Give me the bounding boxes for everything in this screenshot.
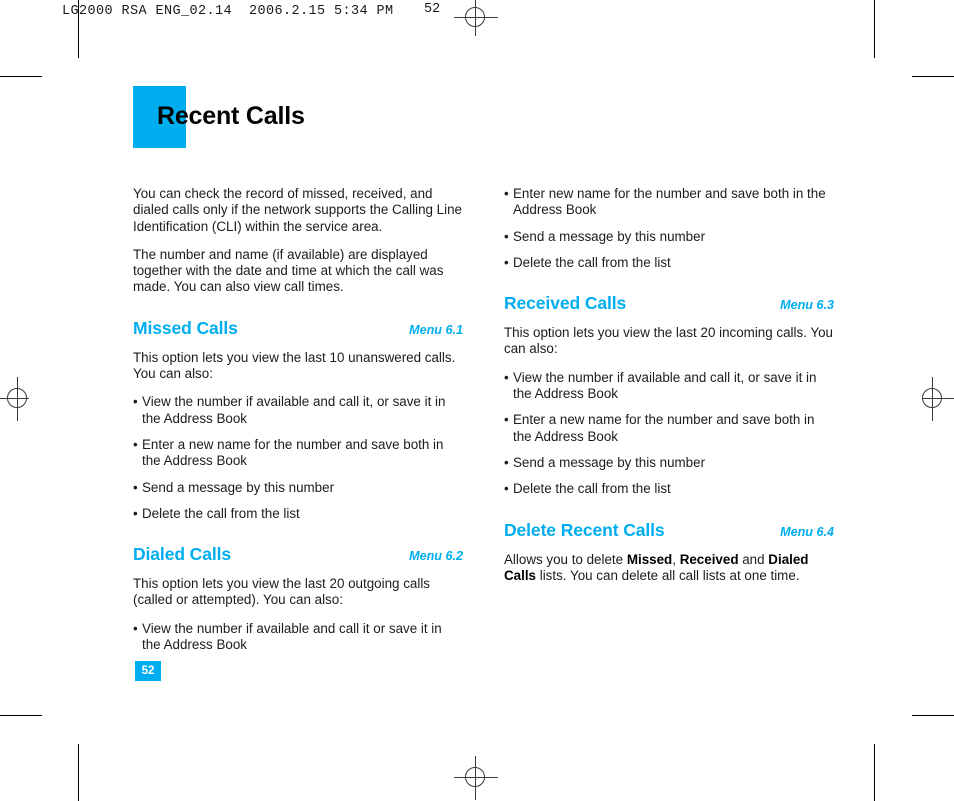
delete-body-bold-missed: Missed [626,551,673,567]
trim-mark-bottom-right-horizontal [912,715,954,716]
intro-paragraph-2: The number and name (if available) are d… [133,246,444,295]
registration-mark-top [454,0,498,40]
section-title: Delete Recent Calls [504,519,665,540]
registration-mark-left [0,377,40,421]
section-title: Received Calls [504,293,627,314]
page-number-badge: 52 [135,661,161,681]
list-item: • Delete the call from the list [504,255,834,271]
bullet-icon: • [504,454,509,470]
list-item-label: Enter a new name for the number and save… [513,412,815,444]
bullet-icon: • [504,186,509,201]
bullet-icon: • [133,479,138,495]
list-item-label: View the number if available and call it… [142,394,446,426]
trim-mark-bottom-right-vertical [874,744,875,801]
section-lead-dialed-calls: This option lets you view the last 20 ou… [133,576,430,608]
bullet-icon: • [504,481,509,497]
delete-body-bold-received: Received [679,551,739,567]
page-title-block: Recent Calls [133,86,553,148]
list-item-label: Send a message by this number [513,228,706,244]
bullet-list-dialed-calls-continued: • Enter new name for the number and save… [504,186,834,271]
bullet-icon: • [504,369,509,385]
bullet-icon: • [133,505,138,521]
section-lead-missed-calls: This option lets you view the last 10 un… [133,349,456,382]
menu-reference: Menu 6.4 [780,524,834,539]
list-item-label: Delete the call from the list [513,481,671,497]
list-item: • Enter a new name for the number and sa… [133,437,463,470]
section-heading-missed-calls: Missed Calls Menu 6.1 [133,318,463,339]
delete-body-mid-2: and [738,551,769,567]
bullet-icon: • [133,620,138,636]
bullet-icon: • [504,228,509,244]
section-heading-dialed-calls: Dialed Calls Menu 6.2 [133,544,463,565]
page-title: Recent Calls [157,102,305,130]
intro-paragraph-1: You can check the record of missed, rece… [133,186,462,234]
bullet-icon: • [133,394,138,410]
list-item-label: Send a message by this number [142,479,335,495]
registration-mark-bottom [454,756,498,800]
list-item: • Enter new name for the number and save… [504,186,834,219]
bullet-list-missed-calls: • View the number if available and call … [133,394,463,522]
list-item-label: Delete the call from the list [142,505,300,521]
section-heading-received-calls: Received Calls Menu 6.3 [504,293,834,314]
delete-body-mid-1: , [672,551,680,567]
bullet-list-received-calls: • View the number if available and call … [504,370,834,498]
prepress-slug-page: 52 [424,2,441,17]
list-item-label: View the number if available and call it… [513,369,817,402]
list-item: • Enter a new name for the number and sa… [504,412,834,445]
delete-body-prefix: Allows you to delete [504,551,627,567]
right-column: • Enter new name for the number and save… [504,186,834,584]
list-item: • Send a message by this number [504,229,834,245]
list-item-label: Delete the call from the list [513,254,671,270]
list-item: • Delete the call from the list [133,506,463,522]
section-title: Dialed Calls [133,544,232,565]
list-item: • Send a message by this number [504,455,834,471]
section-body-delete-recent-calls: Allows you to delete Missed, Received an… [504,552,834,585]
trim-mark-bottom-left-vertical [78,744,79,801]
list-item-label: Enter new name for the number and save b… [513,186,826,218]
prepress-slug-line: LG2000 RSA ENG_02.14 2006.2.15 5:34 PM [62,4,394,19]
left-column: You can check the record of missed, rece… [133,186,463,653]
list-item: • View the number if available and call … [133,621,463,654]
list-item-label: View the number if available and call it… [142,620,442,653]
menu-reference: Menu 6.3 [780,298,834,313]
section-heading-delete-recent-calls: Delete Recent Calls Menu 6.4 [504,520,834,541]
list-item-label: Enter a new name for the number and save… [142,436,444,469]
section-title: Missed Calls [133,317,238,338]
list-item: • Send a message by this number [133,480,463,496]
list-item: • View the number if available and call … [504,370,834,403]
section-lead-received-calls: This option lets you view the last 20 in… [504,325,833,357]
trim-mark-bottom-left-horizontal [0,715,42,716]
trim-mark-top-right-vertical [874,0,875,58]
bullet-icon: • [133,436,138,452]
menu-reference: Menu 6.2 [409,549,463,564]
bullet-icon: • [504,254,509,270]
list-item: • Delete the call from the list [504,481,834,497]
list-item-label: Send a message by this number [513,454,706,470]
list-item: • View the number if available and call … [133,394,463,427]
trim-mark-top-right-horizontal [912,76,954,77]
trim-mark-top-left-vertical [78,0,79,58]
registration-mark-right [911,377,954,421]
trim-mark-top-left-horizontal [0,76,42,77]
menu-reference: Menu 6.1 [409,322,463,337]
delete-body-suffix: lists. You can delete all call lists at … [536,567,800,583]
bullet-icon: • [504,412,509,428]
bullet-list-dialed-calls: • View the number if available and call … [133,621,463,654]
